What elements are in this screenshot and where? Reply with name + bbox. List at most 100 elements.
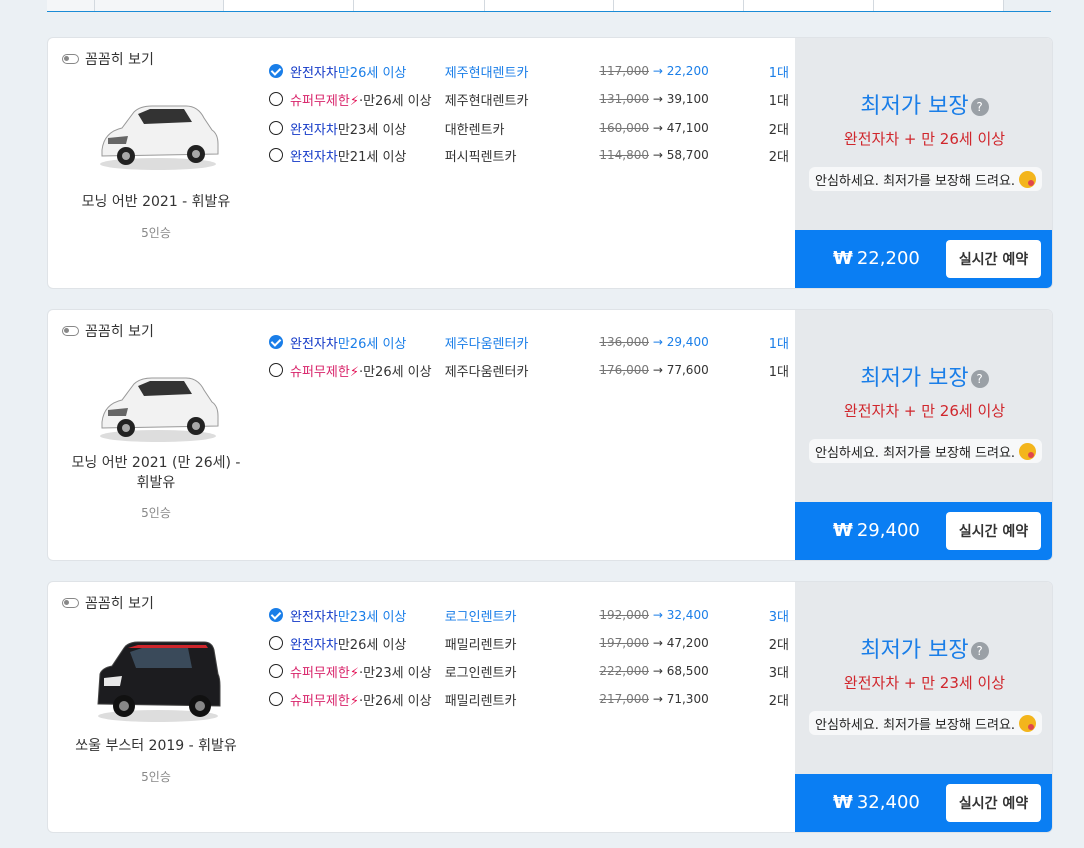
age-requirement: 만26세 이상 [337, 637, 407, 653]
top-tab[interactable] [95, 0, 224, 11]
top-tab[interactable] [47, 0, 95, 11]
top-tab[interactable] [744, 0, 874, 11]
help-icon[interactable]: ? [970, 642, 989, 660]
radio-checked-icon[interactable] [269, 335, 283, 349]
reassure-message: 안심하세요. 최저가를 보장해 드려요. [809, 439, 1043, 463]
insurance-option-row[interactable]: 완전자차만26세 이상 제주현대렌트카 117,000 → 22,200 1대 [269, 61, 789, 81]
top-tab[interactable] [874, 0, 1004, 11]
insurance-option-row[interactable]: 완전자차만21세 이상 퍼시픽렌트카 114,800 → 58,700 2대 [269, 145, 789, 165]
seat-count: 5인승 [141, 506, 171, 520]
help-icon[interactable]: ? [970, 98, 989, 116]
guarantee-panel: 최저가 보장? 완전자차 + 만 26세 이상 안심하세요. 최저가를 보장해 … [795, 38, 1052, 230]
top-tab[interactable] [354, 0, 485, 11]
age-requirement: ·만26세 이상 [358, 364, 432, 380]
original-price: 192,000 [599, 608, 649, 622]
rental-company: 로그인렌트카 [444, 609, 517, 625]
total-price-value: 29,400 [856, 520, 920, 541]
detail-view-toggle[interactable]: 꼼꼼히 보기 [62, 321, 154, 341]
top-tab[interactable] [614, 0, 744, 11]
radio-icon[interactable] [269, 664, 283, 678]
car-count: 3대 [768, 609, 789, 625]
top-tab-bar [47, 0, 1051, 12]
discount-price: 68,500 [666, 664, 709, 678]
insurance-option-row[interactable]: 슈퍼무제한⚡·만26세 이상 제주다움렌터카 176,000 → 77,600 … [269, 360, 789, 380]
rental-company: 제주현대렌트카 [444, 65, 529, 81]
insurance-option-row[interactable]: 슈퍼무제한⚡·만26세 이상 제주현대렌트카 131,000 → 39,100 … [269, 89, 789, 109]
car-count: 2대 [768, 693, 789, 709]
best-price-heading: 최저가 보장? [795, 88, 1052, 120]
age-requirement: ·만23세 이상 [358, 665, 432, 681]
age-requirement: 만26세 이상 [337, 336, 407, 352]
insurance-kind: 완전자차 [290, 609, 338, 625]
insurance-kind: 슈퍼무제한 [290, 665, 350, 681]
radio-icon[interactable] [269, 692, 283, 706]
best-price-label: 최저가 보장 [860, 94, 969, 119]
arrow-icon: → [652, 92, 663, 106]
insurance-option-row[interactable]: 슈퍼무제한⚡·만26세 이상 패밀리렌트카 217,000 → 71,300 2… [269, 689, 789, 709]
car-count: 2대 [768, 149, 789, 165]
radio-icon[interactable] [269, 363, 283, 377]
reserve-button[interactable]: 실시간 예약 [946, 240, 1041, 278]
discount-price: 29,400 [666, 335, 709, 349]
seat-count: 5인승 [141, 226, 171, 240]
reassure-text: 안심하세요. 최저가를 보장해 드려요. [815, 717, 1016, 733]
detail-view-toggle[interactable]: 꼼꼼히 보기 [62, 49, 154, 69]
guarantee-panel: 최저가 보장? 완전자차 + 만 26세 이상 안심하세요. 최저가를 보장해 … [795, 310, 1052, 502]
won-symbol: ₩ [833, 792, 853, 813]
total-price: ₩32,400 [833, 792, 920, 813]
radio-icon[interactable] [269, 148, 283, 162]
arrow-icon: → [652, 608, 663, 622]
original-price: 114,800 [599, 148, 649, 162]
arrow-icon: → [652, 148, 663, 162]
toggle-label: 꼼꼼히 보기 [85, 52, 154, 68]
insurance-option-row[interactable]: 완전자차만26세 이상 패밀리렌트카 197,000 → 47,200 2대 [269, 633, 789, 653]
original-price: 117,000 [599, 64, 649, 78]
age-requirement: ·만26세 이상 [358, 693, 432, 709]
radio-icon[interactable] [269, 92, 283, 106]
original-price: 131,000 [599, 92, 649, 106]
best-price-label: 최저가 보장 [860, 366, 969, 391]
car-count: 1대 [768, 65, 789, 81]
rental-company: 제주다움렌터카 [444, 364, 529, 380]
original-price: 136,000 [599, 335, 649, 349]
reserve-button[interactable]: 실시간 예약 [946, 784, 1041, 822]
discount-price: 47,100 [666, 121, 709, 135]
arrow-icon: → [652, 636, 663, 650]
original-price: 197,000 [599, 636, 649, 650]
price-info: 136,000 → 29,400 [599, 335, 749, 349]
price-info: 117,000 → 22,200 [599, 64, 749, 78]
discount-price: 32,400 [666, 608, 709, 622]
car-image [100, 377, 219, 442]
insurance-option-row[interactable]: 완전자차만23세 이상 로그인렌트카 192,000 → 32,400 3대 [269, 605, 789, 625]
discount-price: 71,300 [666, 692, 709, 706]
price-info: 176,000 → 77,600 [599, 363, 749, 377]
radio-checked-icon[interactable] [269, 608, 283, 622]
detail-view-toggle[interactable]: 꼼꼼히 보기 [62, 593, 154, 613]
won-symbol: ₩ [833, 520, 853, 541]
insurance-kind: 완전자차 [290, 637, 338, 653]
price-info: 160,000 → 47,100 [599, 121, 749, 135]
car-count: 2대 [768, 637, 789, 653]
radio-icon[interactable] [269, 636, 283, 650]
discount-price: 47,200 [666, 636, 709, 650]
radio-checked-icon[interactable] [269, 64, 283, 78]
insurance-option-row[interactable]: 완전자차만26세 이상 제주다움렌터카 136,000 → 29,400 1대 [269, 332, 789, 352]
kiss-emoji-icon [1019, 170, 1037, 188]
reserve-button[interactable]: 실시간 예약 [946, 512, 1041, 550]
top-tab[interactable] [485, 0, 614, 11]
help-icon[interactable]: ? [970, 370, 989, 388]
reassure-text: 안심하세요. 최저가를 보장해 드려요. [815, 445, 1016, 461]
price-info: 131,000 → 39,100 [599, 92, 749, 106]
insurance-option-row[interactable]: 완전자차만23세 이상 대한렌트카 160,000 → 47,100 2대 [269, 118, 789, 138]
insurance-option-row[interactable]: 슈퍼무제한⚡·만23세 이상 로그인렌트카 222,000 → 68,500 3… [269, 661, 789, 681]
car-count: 3대 [768, 665, 789, 681]
price-info: 192,000 → 32,400 [599, 608, 749, 622]
arrow-icon: → [652, 692, 663, 706]
toggle-icon [62, 54, 79, 64]
radio-icon[interactable] [269, 121, 283, 135]
insurance-kind: 완전자차 [290, 336, 338, 352]
car-image [100, 105, 219, 170]
rental-company: 대한렌트카 [444, 122, 505, 138]
rental-company: 제주다움렌터카 [444, 336, 529, 352]
top-tab[interactable] [224, 0, 354, 11]
